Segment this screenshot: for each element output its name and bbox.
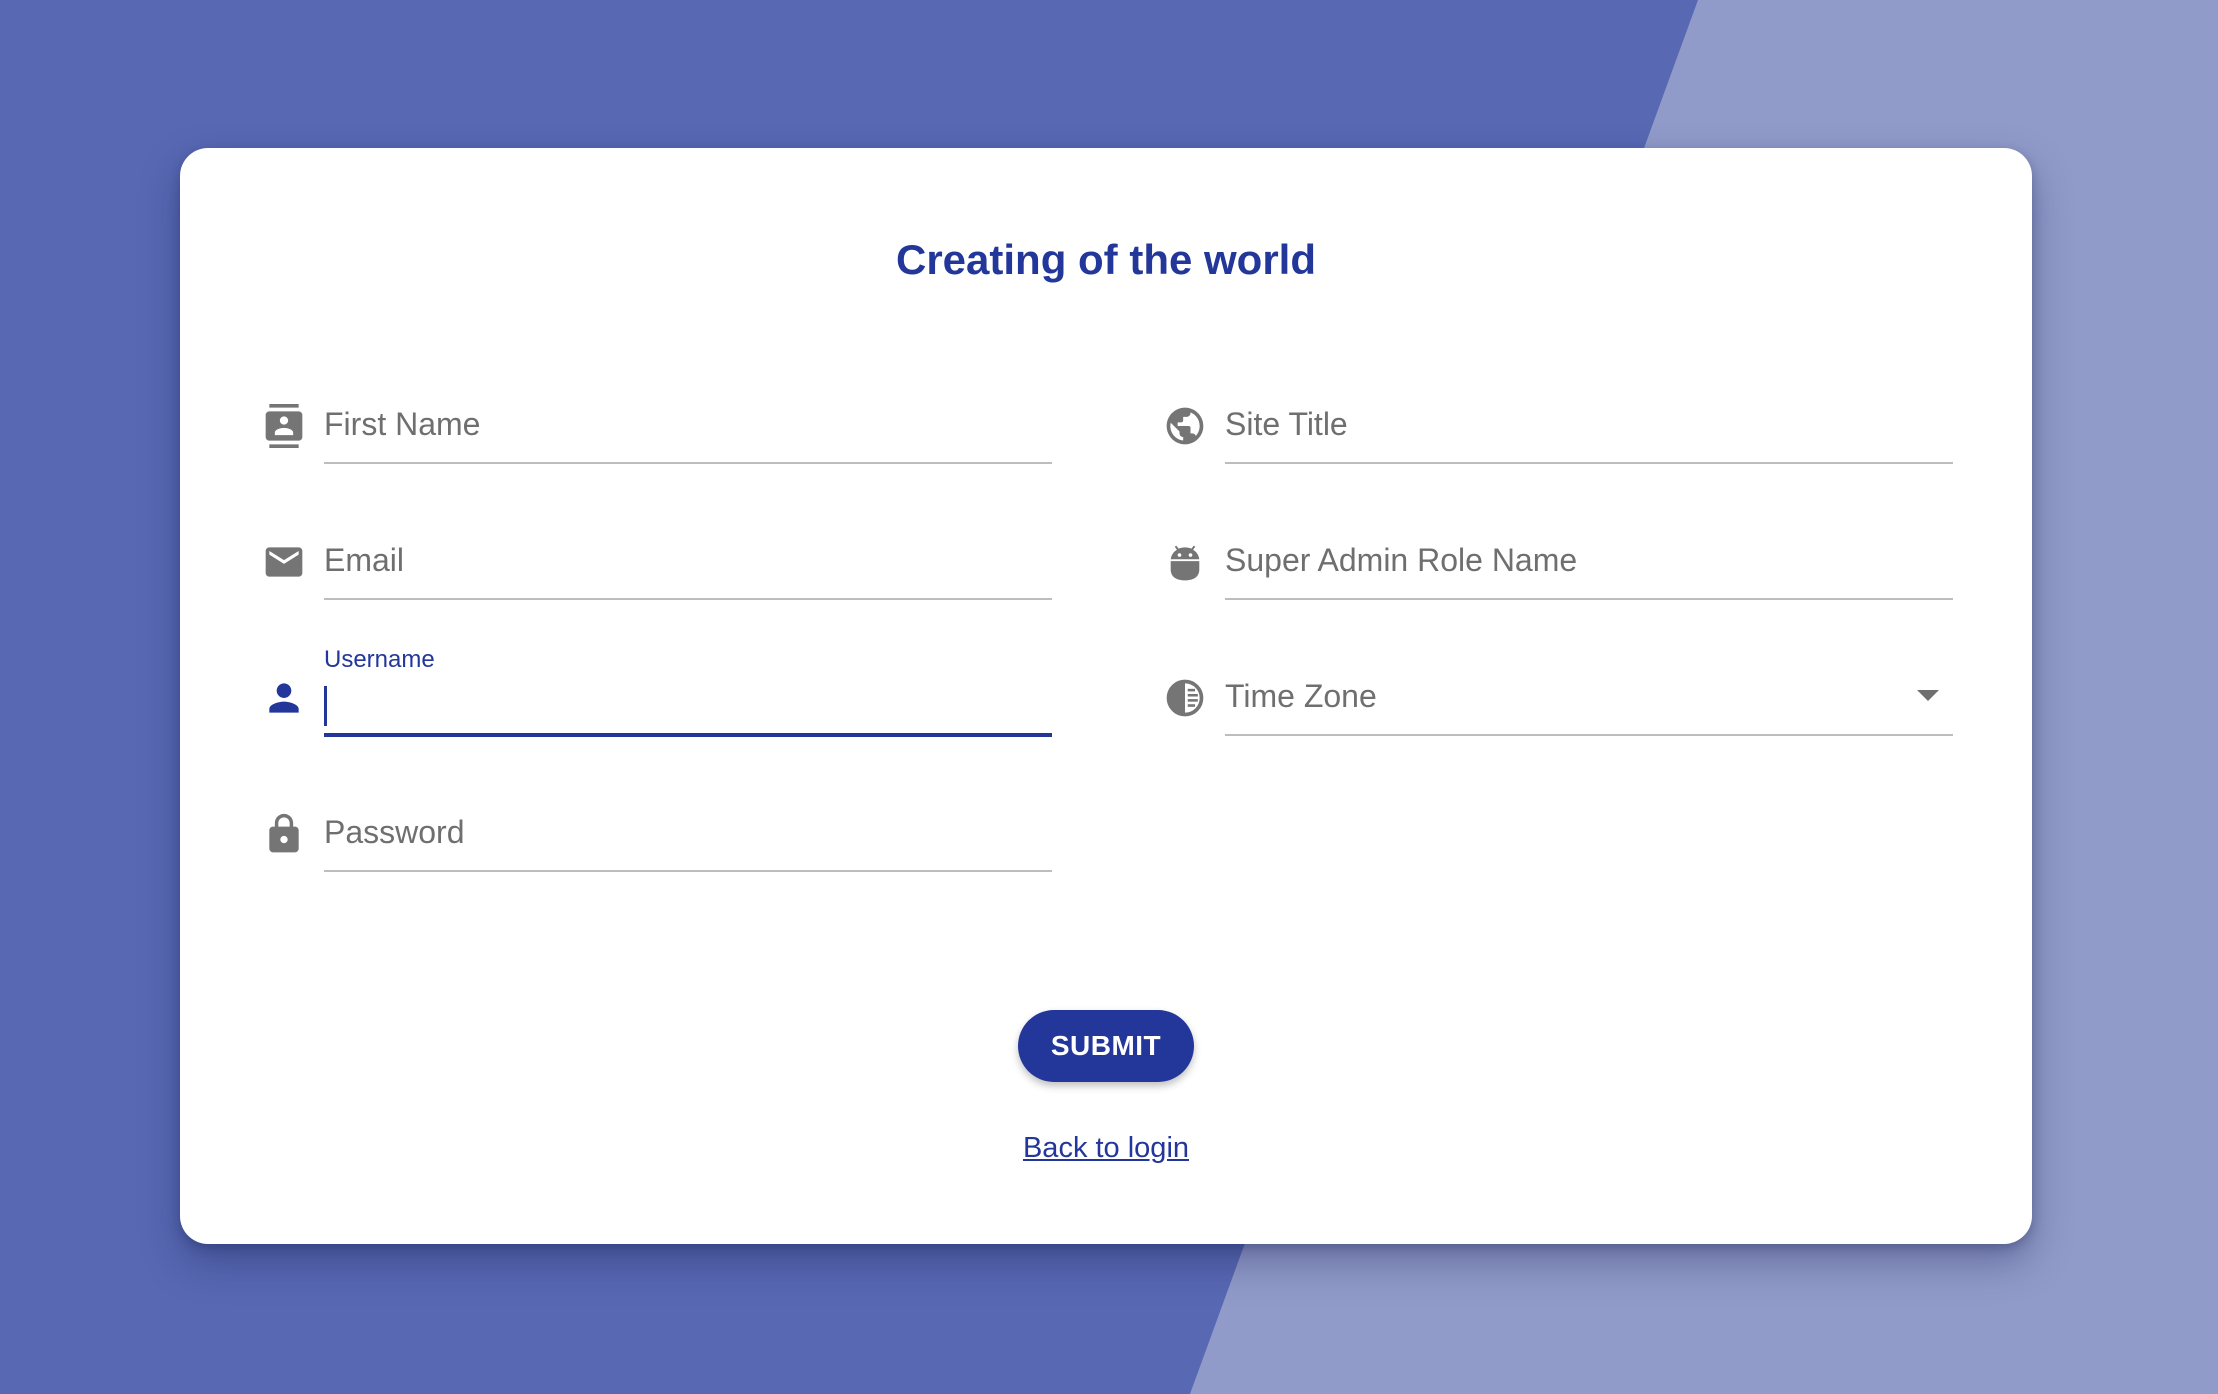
first-name-underline (324, 462, 1052, 464)
lock-icon (262, 812, 306, 856)
time-zone-placeholder: Time Zone (1225, 678, 1377, 714)
site-title-input[interactable]: Site Title (1225, 374, 1953, 474)
super-admin-role-placeholder: Super Admin Role Name (1225, 542, 1578, 578)
super-admin-role-field[interactable]: Super Admin Role Name (1163, 510, 1953, 610)
username-underline (324, 733, 1052, 737)
back-to-login-link[interactable]: Back to login (1023, 1132, 1189, 1164)
first-name-input[interactable]: First Name (324, 374, 1052, 474)
super-admin-role-input[interactable]: Super Admin Role Name (1225, 510, 1953, 610)
android-icon (1163, 540, 1207, 584)
site-title-placeholder: Site Title (1225, 406, 1348, 442)
person-icon (262, 676, 306, 720)
email-placeholder: Email (324, 542, 405, 578)
page-title: Creating of the world (896, 236, 1316, 283)
password-input[interactable]: Password (324, 782, 1052, 882)
super-admin-role-underline (1225, 598, 1953, 600)
contact-card-icon (262, 404, 306, 448)
dropdown-arrow-icon (1917, 690, 1939, 701)
email-field[interactable]: Email (262, 510, 1052, 610)
setup-card: Creating of the world First Name Email U… (180, 148, 2032, 1244)
mail-icon (262, 540, 306, 584)
timezone-icon (1163, 676, 1207, 720)
password-placeholder: Password (324, 814, 465, 850)
submit-button[interactable]: SUBMIT (1018, 1010, 1194, 1082)
password-underline (324, 870, 1052, 872)
site-title-underline (1225, 462, 1953, 464)
username-label: Username (324, 646, 435, 673)
username-field[interactable]: Username (262, 646, 1052, 746)
text-caret (324, 686, 327, 726)
username-input[interactable]: Username (324, 646, 1052, 746)
time-zone-field[interactable]: Time Zone (1163, 646, 1953, 746)
globe-icon (1163, 404, 1207, 448)
first-name-field[interactable]: First Name (262, 374, 1052, 474)
first-name-placeholder: First Name (324, 406, 481, 442)
password-field[interactable]: Password (262, 782, 1052, 882)
time-zone-underline (1225, 734, 1953, 736)
time-zone-select[interactable]: Time Zone (1225, 646, 1953, 746)
site-title-field[interactable]: Site Title (1163, 374, 1953, 474)
back-to-login-row: Back to login (180, 1132, 2032, 1165)
email-underline (324, 598, 1052, 600)
email-input[interactable]: Email (324, 510, 1052, 610)
